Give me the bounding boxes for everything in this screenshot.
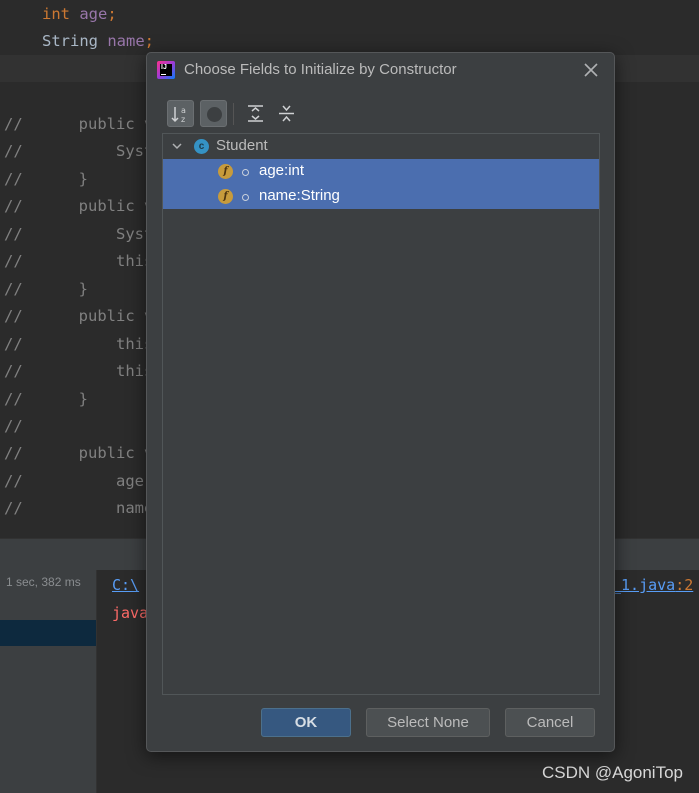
code-line: // this <box>4 252 154 270</box>
tree-node-field[interactable]: f name:String <box>163 184 599 209</box>
package-visibility-icon <box>242 194 249 201</box>
code-line: // } <box>4 170 89 188</box>
console-path-link[interactable]: C:\ <box>112 576 139 594</box>
dialog-title-bar[interactable]: IJ Choose Fields to Initialize by Constr… <box>147 53 614 87</box>
code-line: // <box>4 417 23 435</box>
collapse-all-button[interactable] <box>273 100 300 127</box>
sort-alphabetically-icon: a z <box>171 106 186 124</box>
code-line: // public vo <box>4 307 163 325</box>
collapse-all-icon <box>279 105 294 122</box>
code-line: String name; <box>42 32 155 50</box>
dialog-toolbar: a z <box>167 100 307 128</box>
tree-node-field[interactable]: f age:int <box>163 159 599 184</box>
chevron-down-icon[interactable] <box>170 139 184 153</box>
field-icon: f <box>218 189 233 204</box>
console-error-text: java <box>112 604 149 622</box>
toolbar-separator <box>233 103 234 125</box>
run-elapsed-time: 1 sec, 382 ms <box>6 575 81 589</box>
console-file-link[interactable]: _1.java:2 <box>612 576 693 594</box>
close-button[interactable] <box>580 59 602 81</box>
close-icon <box>584 63 598 77</box>
class-icon: c <box>194 139 209 154</box>
intellij-idea-icon: IJ <box>157 61 175 79</box>
field-label: age:int <box>259 162 305 179</box>
package-visibility-icon <box>242 169 249 176</box>
field-label: name:String <box>259 187 340 204</box>
code-line: // name <box>4 499 154 517</box>
run-tree-selected-row[interactable] <box>0 620 96 646</box>
code-line: // this <box>4 335 154 353</box>
choose-fields-dialog: IJ Choose Fields to Initialize by Constr… <box>146 52 615 752</box>
dialog-title: Choose Fields to Initialize by Construct… <box>184 61 457 78</box>
watermark: CSDN @AgoniTop <box>541 763 683 782</box>
sort-alphabetically-button[interactable]: a z <box>167 100 194 127</box>
code-line: // } <box>4 280 89 298</box>
code-line: // public vo <box>4 197 163 215</box>
ok-button[interactable]: OK <box>261 708 351 737</box>
code-line: // } <box>4 390 89 408</box>
select-none-button[interactable]: Select None <box>366 708 490 737</box>
class-name: Student <box>216 137 268 154</box>
expand-all-icon <box>248 105 263 122</box>
code-line: // public vo <box>4 115 163 133</box>
svg-text:z: z <box>181 115 185 124</box>
code-line: int age; <box>42 5 117 23</box>
code-line: // Syste <box>4 225 163 243</box>
show-visibility-icon <box>207 107 222 122</box>
expand-all-button[interactable] <box>242 100 269 127</box>
fields-tree[interactable]: c Student f age:int f name:String <box>162 133 600 695</box>
show-visibility-button[interactable] <box>200 100 227 127</box>
run-tree[interactable]: 1 sec, 382 ms <box>0 570 97 793</box>
svg-text:a: a <box>181 106 186 115</box>
cancel-button[interactable]: Cancel <box>505 708 595 737</box>
code-line: // this <box>4 362 154 380</box>
code-line: // Syste <box>4 142 163 160</box>
code-line: // age = <box>4 472 163 490</box>
tree-node-class[interactable]: c Student <box>163 134 599 159</box>
code-line: // public vo <box>4 444 163 462</box>
field-icon: f <box>218 164 233 179</box>
